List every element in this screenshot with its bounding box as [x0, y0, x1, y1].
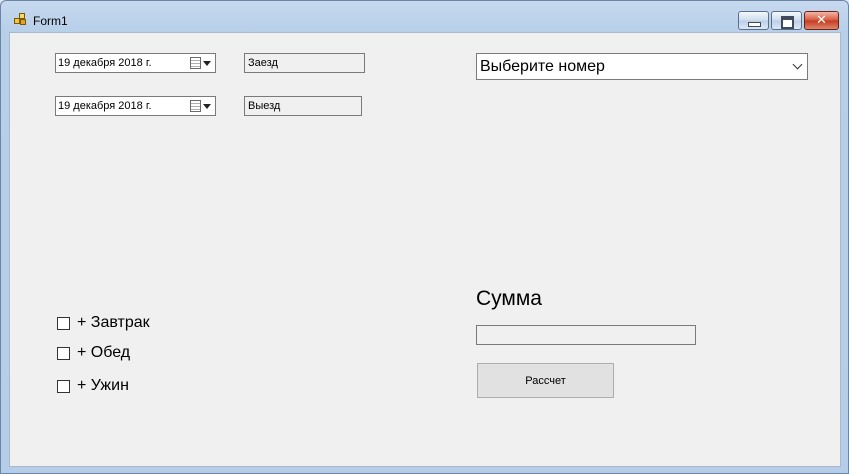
checkin-field[interactable]: Заезд [244, 53, 365, 73]
checkout-date-picker[interactable]: 19 декабря 2018 г. [55, 96, 216, 116]
title-bar[interactable]: Form1 [1, 1, 848, 33]
calendar-icon [190, 57, 201, 69]
maximize-icon [772, 12, 801, 29]
room-select-value: Выберите номер [480, 58, 605, 75]
form-client-area: 19 декабря 2018 г. Заезд 19 декабря 2018… [9, 32, 841, 467]
close-button[interactable] [804, 11, 839, 30]
minimize-button[interactable] [738, 11, 769, 30]
calculate-button[interactable]: Рассчет [477, 363, 614, 398]
chevron-down-icon[interactable] [203, 104, 211, 109]
minimize-icon [739, 12, 768, 29]
dinner-label[interactable]: + Ужин [77, 377, 129, 395]
close-icon [805, 12, 838, 29]
checkin-date-value: 19 декабря 2018 г. [58, 57, 152, 69]
total-label: Сумма [476, 287, 542, 310]
room-select[interactable]: Выберите номер [476, 53, 808, 80]
breakfast-label[interactable]: + Завтрак [77, 314, 150, 332]
checkout-field[interactable]: Выезд [244, 96, 362, 116]
chevron-down-icon[interactable] [792, 59, 803, 70]
checkbox-box[interactable] [57, 380, 70, 393]
form-app-icon [14, 13, 27, 26]
checkin-date-picker[interactable]: 19 декабря 2018 г. [55, 53, 216, 73]
checkbox-box[interactable] [57, 317, 70, 330]
maximize-button[interactable] [771, 11, 802, 30]
window-title: Form1 [33, 14, 68, 28]
chevron-down-icon[interactable] [203, 61, 211, 66]
lunch-label[interactable]: + Обед [77, 344, 130, 362]
calendar-icon [190, 100, 201, 112]
total-field[interactable] [476, 325, 696, 345]
checkout-date-value: 19 декабря 2018 г. [58, 100, 152, 112]
app-window: Form1 19 декабря 2018 г. Заезд 19 декабр… [0, 0, 849, 474]
checkbox-box[interactable] [57, 347, 70, 360]
